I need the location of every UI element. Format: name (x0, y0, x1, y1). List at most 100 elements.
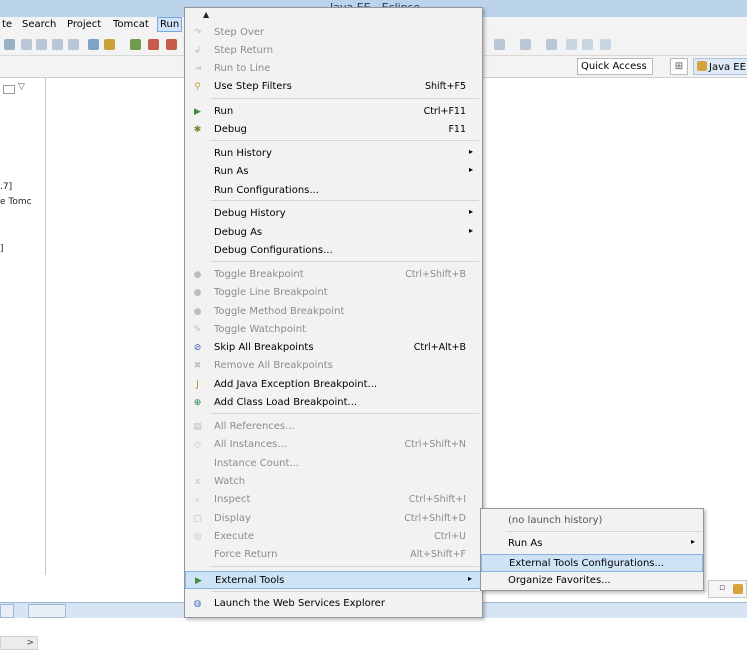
maximize-icon[interactable] (3, 85, 15, 94)
menu-item-step-return[interactable]: ↲ Step Return (185, 42, 482, 60)
submenu-arrow-icon: ▸ (468, 226, 473, 235)
scroll-up-arrow-icon[interactable]: ▲ (203, 10, 209, 19)
submenu-item-run-as[interactable]: Run As ▸ (481, 535, 703, 553)
shortcut-text: Ctrl+Shift+N (404, 439, 466, 450)
submenu-item-no-launch-history[interactable]: (no launch history) (481, 512, 703, 530)
restore-icon[interactable]: ▫ (719, 583, 725, 593)
shortcut-text: Ctrl+F11 (423, 106, 466, 117)
submenu-item-label: Run As (508, 538, 543, 549)
menu-item-display[interactable]: ▢ Display Ctrl+Shift+D (185, 510, 482, 528)
submenu-arrow-icon: ▸ (467, 574, 472, 583)
exception-breakpoint-icon: J (196, 380, 199, 390)
shortcut-text: F11 (448, 124, 466, 135)
menu-item-toggle-method-breakpoint[interactable]: ● Toggle Method Breakpoint (185, 303, 482, 321)
menu-item-label: Run to Line (214, 63, 271, 74)
toolbar-icon[interactable] (166, 39, 177, 50)
view-menu-icon[interactable]: ▽ (18, 82, 25, 92)
menu-tomcat[interactable]: Tomcat (113, 19, 149, 30)
menu-item-step-over[interactable]: ↷ Step Over (185, 24, 482, 42)
horizontal-scrollbar[interactable]: > (0, 636, 38, 650)
menu-item-force-return[interactable]: Force Return Alt+Shift+F (185, 546, 482, 564)
menu-item-add-class-load-breakpoint[interactable]: ⊕ Add Class Load Breakpoint... (185, 394, 482, 412)
menu-item-skip-all-breakpoints[interactable]: ⊘ Skip All Breakpoints Ctrl+Alt+B (185, 339, 482, 357)
menu-project[interactable]: Project (67, 19, 101, 30)
submenu-item-organize-favorites[interactable]: Organize Favorites... (481, 572, 703, 590)
breakpoint-dot-icon: ● (193, 307, 202, 317)
left-panel: ▽ .7] e Tomc ] > (0, 78, 46, 650)
menu-item-external-tools[interactable]: ▶ External Tools ▸ (185, 571, 482, 589)
menu-item-run[interactable]: ▶ Run Ctrl+F11 (185, 103, 482, 121)
menu-item-use-step-filters[interactable]: ⚲ Use Step Filters Shift+F5 (185, 78, 482, 96)
menu-item-launch-the-web-services-explorer[interactable]: ◍ Launch the Web Services Explorer (185, 595, 482, 613)
tree-text: ] (0, 244, 4, 254)
menu-item-run-as[interactable]: Run As ▸ (185, 163, 482, 181)
menu-item-all-references[interactable]: ▤ All References... (185, 418, 482, 436)
instances-icon: ◇ (194, 440, 201, 450)
menu-item-execute[interactable]: ◎ Execute Ctrl+U (185, 528, 482, 546)
perspective-java-ee[interactable]: Java EE (693, 58, 747, 75)
menu-item-run-to-line[interactable]: ⇥ Run to Line (185, 60, 482, 78)
toolbar-icon[interactable] (148, 39, 159, 50)
menu-item-instance-count[interactable]: Instance Count... (185, 455, 482, 473)
menu-item-debug[interactable]: ✱ Debug F11 (185, 121, 482, 139)
menu-item-label: Run (214, 106, 234, 117)
menu-te[interactable]: te (2, 19, 12, 30)
toolbar-icon[interactable] (104, 39, 115, 50)
menu-run[interactable]: Run (157, 17, 183, 32)
run-to-line-icon: ⇥ (193, 64, 202, 74)
menu-item-toggle-breakpoint[interactable]: ● Toggle Breakpoint Ctrl+Shift+B (185, 266, 482, 284)
menu-item-label: Step Return (214, 45, 274, 56)
quick-access-field[interactable]: Quick Access (577, 58, 653, 75)
shortcut-text: Alt+Shift+F (410, 549, 466, 560)
menu-item-all-instances[interactable]: ◇ All Instances... Ctrl+Shift+N (185, 436, 482, 454)
toolbar-icon[interactable] (68, 39, 79, 50)
menu-item-toggle-line-breakpoint[interactable]: ● Toggle Line Breakpoint (185, 284, 482, 302)
open-perspective-icon[interactable]: ⊞ (670, 58, 688, 75)
taskbar-button[interactable] (28, 604, 66, 618)
back-arrow-icon[interactable] (566, 39, 577, 50)
menu-item-remove-all-breakpoints[interactable]: ✖ Remove All Breakpoints (185, 357, 482, 375)
menu-item-inspect[interactable]: ⌕ Inspect Ctrl+Shift+I (185, 491, 482, 509)
menu-item-label: Add Java Exception Breakpoint... (214, 379, 378, 390)
menu-search[interactable]: Search (22, 19, 56, 30)
toolbar-icon[interactable] (4, 39, 15, 50)
server-icon[interactable] (733, 584, 743, 594)
web-services-icon: ◍ (193, 599, 202, 609)
scroll-right-icon[interactable]: > (26, 638, 34, 648)
menu-item-label: Run Configurations... (214, 185, 319, 196)
menu-item-debug-history[interactable]: Debug History ▸ (185, 205, 482, 223)
watch-icon: x (194, 477, 201, 487)
shortcut-text: Ctrl+Shift+I (408, 494, 466, 505)
back-arrow-icon[interactable] (582, 39, 593, 50)
submenu-item-label: Organize Favorites... (508, 575, 611, 586)
toolbar-icon[interactable] (546, 39, 557, 50)
toolbar-icon[interactable] (36, 39, 47, 50)
menu-item-label: Toggle Breakpoint (214, 269, 304, 280)
toolbar-icon[interactable] (52, 39, 63, 50)
run-icon: ▶ (194, 107, 201, 117)
menu-item-toggle-watchpoint[interactable]: ✎ Toggle Watchpoint (185, 321, 482, 339)
forward-arrow-icon[interactable] (600, 39, 611, 50)
menu-item-add-java-exception-breakpoint[interactable]: J Add Java Exception Breakpoint... (185, 376, 482, 394)
menu-item-label: All Instances... (214, 439, 287, 450)
menu-item-debug-as[interactable]: Debug As ▸ (185, 224, 482, 242)
status-icons[interactable]: ▫ (708, 580, 747, 598)
submenu-arrow-icon: ▸ (690, 537, 695, 546)
menu-item-label: Force Return (214, 549, 278, 560)
submenu-item-external-tools-configurations[interactable]: External Tools Configurations... (481, 554, 703, 572)
references-icon: ▤ (193, 422, 202, 432)
menu-item-run-history[interactable]: Run History ▸ (185, 145, 482, 163)
menu-item-debug-configurations[interactable]: Debug Configurations... (185, 242, 482, 260)
toolbar-icon[interactable] (494, 39, 505, 50)
menu-item-watch[interactable]: x Watch (185, 473, 482, 491)
menu-item-run-configurations[interactable]: Run Configurations... (185, 182, 482, 200)
toolbar-icon[interactable] (21, 39, 32, 50)
toolbar-icon[interactable] (88, 39, 99, 50)
perspective-label: Java EE (709, 62, 746, 73)
taskbar-button[interactable] (0, 604, 14, 618)
shortcut-text: Ctrl+U (434, 531, 466, 542)
shortcut-text: Shift+F5 (424, 81, 466, 92)
run-menu: ▲ ↷ Step Over ↲ Step Return ⇥ Run to Line ⚲ Use… (184, 7, 483, 618)
toolbar-icon[interactable] (130, 39, 141, 50)
toolbar-icon[interactable] (520, 39, 531, 50)
